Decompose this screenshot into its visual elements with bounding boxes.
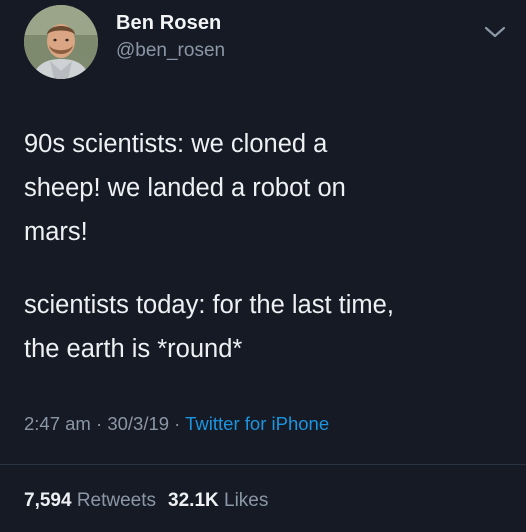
avatar-photo [24,5,98,79]
chevron-down-icon[interactable] [482,21,508,43]
tweet-source-link[interactable]: Twitter for iPhone [185,413,329,434]
author-display-name[interactable]: Ben Rosen [116,12,221,35]
tweet-meta: 2:47 am · 30/3/19 · Twitter for iPhone [24,413,329,435]
retweets-stat[interactable]: 7,594 Retweets [24,490,156,512]
likes-count: 32.1K [168,490,219,511]
tweet-time[interactable]: 2:47 am [24,413,91,434]
tweet-stats: 7,594 Retweets 32.1K Likes [24,490,268,512]
meta-separator: · [90,413,108,434]
retweets-label: Retweets [71,490,157,511]
likes-stat[interactable]: 32.1K Likes [168,490,268,512]
retweets-count: 7,594 [24,490,72,511]
tweet-text-paragraph-2: scientists today: for the last time, the… [24,291,394,363]
author-handle[interactable]: @ben_rosen [116,40,225,62]
tweet-date[interactable]: 30/3/19 [107,413,169,434]
divider [0,464,526,465]
likes-label: Likes [218,490,269,511]
avatar[interactable] [24,5,98,79]
meta-separator: · [169,413,186,434]
tweet-card: Ben Rosen @ben_rosen 90s scientists: we … [0,0,526,532]
tweet-text-paragraph-1: 90s scientists: we cloned a sheep! we la… [24,130,346,246]
